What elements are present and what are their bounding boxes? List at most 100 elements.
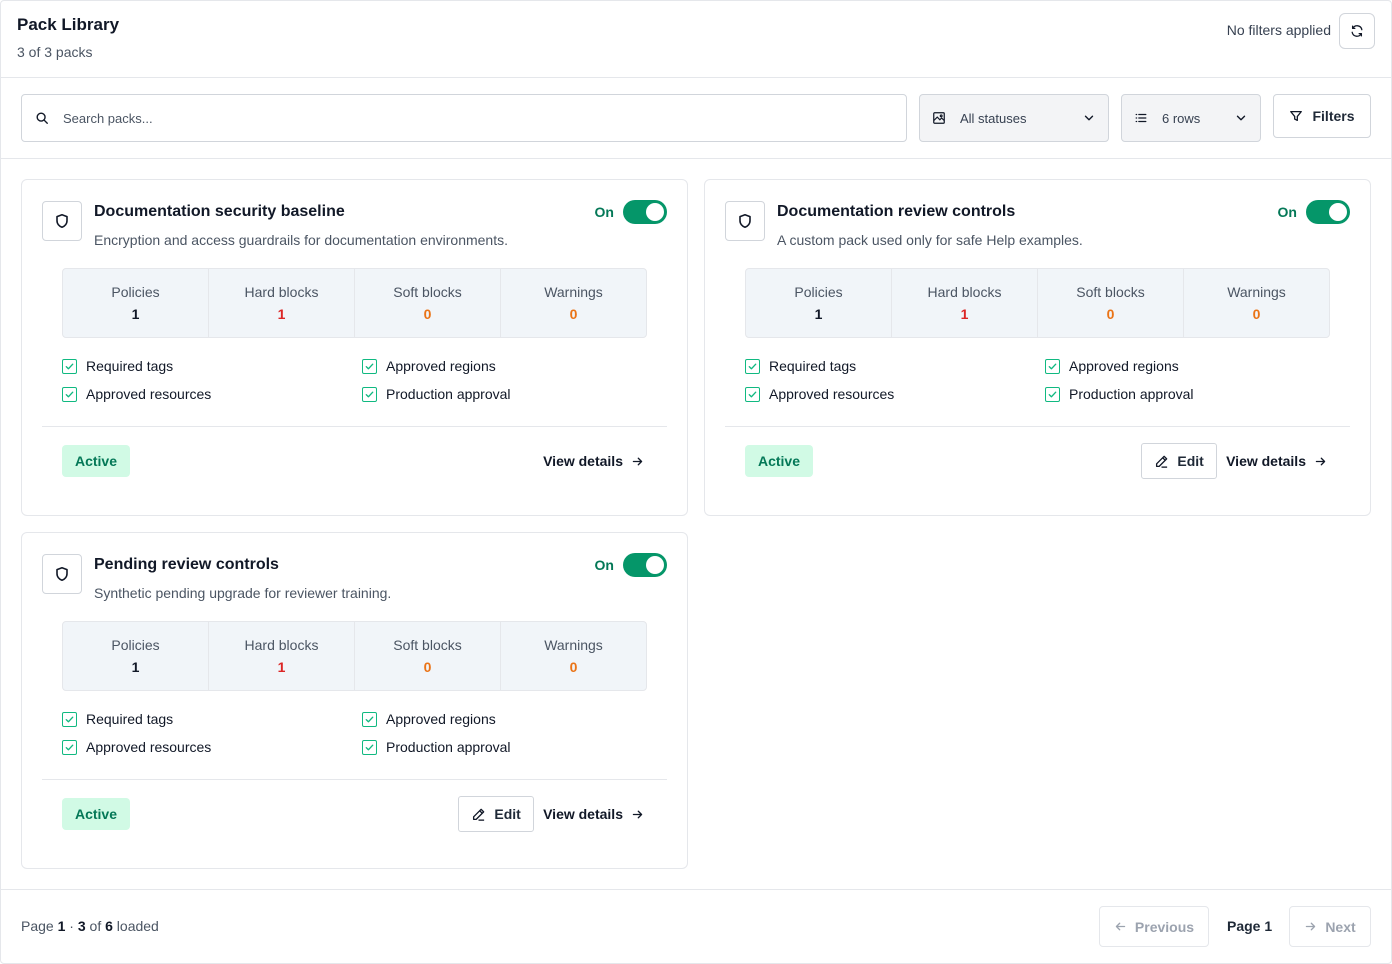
checkbox-checked-icon (1045, 358, 1060, 374)
stat-label: Warnings (544, 637, 603, 653)
pack-title: Documentation review controls (777, 203, 1016, 220)
check-item: Production approval (362, 739, 662, 755)
stat-label: Soft blocks (1076, 284, 1145, 300)
check-item: Approved regions (362, 711, 662, 727)
shield-icon (42, 201, 82, 241)
view-details-link[interactable]: View details (543, 796, 644, 832)
card-divider (42, 779, 667, 780)
stat-cell: Hard blocks 1 (208, 269, 354, 337)
page-number: 1 (57, 918, 66, 934)
arrow-right-icon (1314, 455, 1327, 468)
status-select[interactable]: All statuses (919, 94, 1109, 142)
check-label: Required tags (769, 358, 857, 374)
stat-label: Soft blocks (393, 284, 462, 300)
stat-cell: Hard blocks 1 (208, 622, 354, 690)
toggle-label: On (594, 557, 614, 573)
check-label: Production approval (386, 386, 511, 402)
toggle-switch[interactable] (623, 200, 667, 224)
stat-label: Soft blocks (393, 637, 462, 653)
chevron-down-icon (1236, 115, 1246, 121)
refresh-button[interactable] (1339, 13, 1375, 49)
stat-value: 1 (131, 659, 140, 675)
stat-value: 0 (569, 659, 578, 675)
stat-value: 0 (1252, 306, 1261, 322)
edit-button[interactable]: Edit (458, 796, 535, 832)
check-item: Required tags (62, 711, 362, 727)
search-icon (36, 112, 48, 124)
toggle-knob (646, 203, 664, 221)
pack-title: Documentation security baseline (94, 203, 345, 220)
list-icon (1135, 113, 1147, 123)
policy-checklist: Required tags Approved regions Approved … (745, 358, 1345, 402)
toggle-switch[interactable] (623, 553, 667, 577)
of-label: of (89, 918, 102, 934)
arrow-right-icon (631, 455, 644, 468)
check-item: Approved resources (62, 739, 362, 755)
check-label: Approved regions (386, 358, 496, 374)
check-item: Approved resources (62, 386, 362, 402)
stat-cell: Policies 1 (63, 269, 208, 337)
stat-label: Policies (111, 284, 160, 300)
stat-value: 1 (814, 306, 823, 322)
previous-label: Previous (1134, 918, 1195, 935)
chevron-down-icon (1084, 115, 1094, 121)
check-item: Approved regions (1045, 358, 1345, 374)
stat-label: Hard blocks (927, 284, 1002, 300)
pack-title: Pending review controls (94, 556, 279, 573)
view-details-label: View details (1226, 453, 1306, 469)
check-label: Approved resources (86, 386, 212, 402)
toggle-knob (646, 556, 664, 574)
pack-toggle[interactable]: On (1278, 200, 1350, 224)
stats-row: Policies 1 Hard blocks 1 Soft blocks 0 W… (745, 268, 1330, 338)
stat-value: 1 (131, 306, 140, 322)
search-box[interactable] (21, 94, 907, 142)
loaded-count: 3 (77, 918, 86, 934)
view-details-label: View details (543, 453, 623, 469)
previous-button[interactable]: Previous (1099, 906, 1209, 947)
pack-card: Pending review controls Synthetic pendin… (21, 532, 688, 869)
toggle-switch[interactable] (1306, 200, 1350, 224)
check-item: Approved resources (745, 386, 1045, 402)
status-select-value: All statuses (960, 110, 1027, 126)
check-item: Required tags (62, 358, 362, 374)
stat-value: 1 (277, 659, 286, 675)
stat-label: Warnings (1227, 284, 1286, 300)
card-divider (42, 426, 667, 427)
separator: · (69, 918, 74, 934)
pencil-icon (471, 807, 486, 822)
checkbox-checked-icon (62, 739, 77, 755)
check-label: Approved resources (769, 386, 895, 402)
current-page: Page 1 (1227, 918, 1273, 934)
stat-label: Warnings (544, 284, 603, 300)
edit-button[interactable]: Edit (1141, 443, 1218, 479)
search-input[interactable] (63, 110, 883, 126)
next-button[interactable]: Next (1289, 906, 1371, 947)
card-actions: View details (543, 443, 644, 479)
toolbar-divider (0, 158, 1392, 159)
view-details-link[interactable]: View details (1226, 443, 1327, 479)
checkbox-checked-icon (62, 358, 77, 374)
next-label: Next (1325, 918, 1356, 935)
stats-row: Policies 1 Hard blocks 1 Soft blocks 0 W… (62, 621, 647, 691)
page-label: Page (21, 918, 54, 934)
stat-cell: Policies 1 (746, 269, 891, 337)
check-label: Approved regions (1069, 358, 1179, 374)
toggle-label: On (1277, 204, 1297, 220)
checkbox-checked-icon (362, 739, 377, 755)
shield-icon (725, 201, 765, 241)
page-title: Pack Library (17, 15, 120, 34)
view-details-link[interactable]: View details (543, 443, 644, 479)
card-actions: Edit View details (458, 796, 644, 832)
checkbox-checked-icon (62, 711, 77, 727)
status-filter-icon (933, 112, 945, 124)
pack-toggle[interactable]: On (595, 553, 667, 577)
check-label: Approved regions (386, 711, 496, 727)
pack-toggle[interactable]: On (595, 200, 667, 224)
checkbox-checked-icon (745, 358, 760, 374)
arrow-left-icon (1115, 922, 1126, 931)
filters-button[interactable]: Filters (1273, 94, 1371, 138)
pack-count: 3 of 3 packs (17, 44, 93, 60)
rows-select[interactable]: 6 rows (1121, 94, 1261, 142)
pack-description: Synthetic pending upgrade for reviewer t… (94, 585, 392, 601)
checkbox-checked-icon (745, 386, 760, 402)
